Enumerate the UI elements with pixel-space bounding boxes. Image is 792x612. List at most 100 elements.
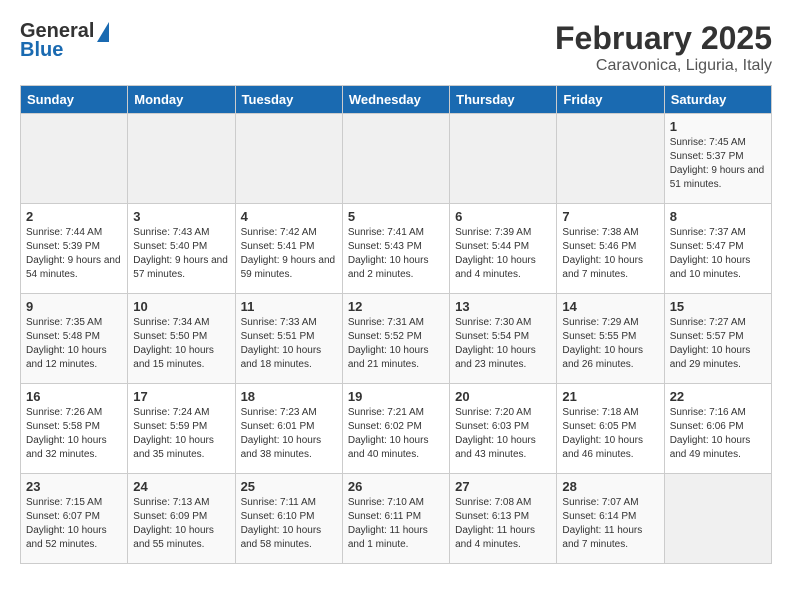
weekday-monday: Monday bbox=[128, 86, 235, 114]
calendar-week-2: 2Sunrise: 7:44 AM Sunset: 5:39 PM Daylig… bbox=[21, 204, 772, 294]
month-title: February 2025 bbox=[555, 20, 772, 57]
weekday-saturday: Saturday bbox=[664, 86, 771, 114]
day-number: 26 bbox=[348, 479, 444, 494]
weekday-friday: Friday bbox=[557, 86, 664, 114]
calendar-body: 1Sunrise: 7:45 AM Sunset: 5:37 PM Daylig… bbox=[21, 114, 772, 564]
day-number: 2 bbox=[26, 209, 122, 224]
day-info: Sunrise: 7:37 AM Sunset: 5:47 PM Dayligh… bbox=[670, 226, 766, 282]
day-info: Sunrise: 7:11 AM Sunset: 6:10 PM Dayligh… bbox=[241, 496, 337, 552]
day-number: 4 bbox=[241, 209, 337, 224]
calendar-week-1: 1Sunrise: 7:45 AM Sunset: 5:37 PM Daylig… bbox=[21, 114, 772, 204]
day-number: 13 bbox=[455, 299, 551, 314]
logo-blue: Blue bbox=[20, 39, 63, 62]
calendar-cell: 17 Sunrise: 7:24 AM Sunset: 5:59 PM Dayli… bbox=[128, 384, 235, 474]
day-number: 15 bbox=[670, 299, 766, 314]
title-area: February 2025 Caravonica, Liguria, Italy bbox=[555, 20, 772, 75]
day-info: Sunrise: 7:07 AM Sunset: 6:14 PM Dayligh… bbox=[562, 496, 658, 552]
calendar-cell: 28 Sunrise: 7:07 AM Sunset: 6:14 PM Dayli… bbox=[557, 474, 664, 564]
calendar-cell: 10 Sunrise: 7:34 AM Sunset: 5:50 PM Dayli… bbox=[128, 294, 235, 384]
day-info: Sunrise: 7:24 AM Sunset: 5:59 PM Dayligh… bbox=[133, 406, 229, 462]
day-number: 24 bbox=[133, 479, 229, 494]
calendar-cell: 15Sunrise: 7:27 AM Sunset: 5:57 PM Dayli… bbox=[664, 294, 771, 384]
day-info: Sunrise: 7:41 AM Sunset: 5:43 PM Dayligh… bbox=[348, 226, 444, 282]
day-info: Sunrise: 7:23 AM Sunset: 6:01 PM Dayligh… bbox=[241, 406, 337, 462]
day-info: Sunrise: 7:39 AM Sunset: 5:44 PM Dayligh… bbox=[455, 226, 551, 282]
day-info: Sunrise: 7:18 AM Sunset: 6:05 PM Dayligh… bbox=[562, 406, 658, 462]
day-number: 27 bbox=[455, 479, 551, 494]
day-number: 25 bbox=[241, 479, 337, 494]
day-number: 28 bbox=[562, 479, 658, 494]
weekday-tuesday: Tuesday bbox=[235, 86, 342, 114]
calendar-cell: 26 Sunrise: 7:10 AM Sunset: 6:11 PM Dayli… bbox=[342, 474, 449, 564]
calendar-cell: 8 Sunrise: 7:37 AM Sunset: 5:47 PM Daylig… bbox=[664, 204, 771, 294]
calendar-cell: 21 Sunrise: 7:18 AM Sunset: 6:05 PM Dayli… bbox=[557, 384, 664, 474]
calendar-cell bbox=[557, 114, 664, 204]
day-number: 21 bbox=[562, 389, 658, 404]
day-number: 8 bbox=[670, 209, 766, 224]
calendar-cell: 22Sunrise: 7:16 AM Sunset: 6:06 PM Dayli… bbox=[664, 384, 771, 474]
day-number: 11 bbox=[241, 299, 337, 314]
day-info: Sunrise: 7:16 AM Sunset: 6:06 PM Dayligh… bbox=[670, 406, 766, 462]
day-info: Sunrise: 7:31 AM Sunset: 5:52 PM Dayligh… bbox=[348, 316, 444, 372]
day-info: Sunrise: 7:45 AM Sunset: 5:37 PM Dayligh… bbox=[670, 136, 766, 192]
day-info: Sunrise: 7:20 AM Sunset: 6:03 PM Dayligh… bbox=[455, 406, 551, 462]
day-info: Sunrise: 7:26 AM Sunset: 5:58 PM Dayligh… bbox=[26, 406, 122, 462]
day-info: Sunrise: 7:10 AM Sunset: 6:11 PM Dayligh… bbox=[348, 496, 444, 552]
calendar-cell: 3Sunrise: 7:43 AM Sunset: 5:40 PM Daylig… bbox=[128, 204, 235, 294]
day-number: 10 bbox=[133, 299, 229, 314]
calendar-cell: 2Sunrise: 7:44 AM Sunset: 5:39 PM Daylig… bbox=[21, 204, 128, 294]
logo-triangle-icon bbox=[97, 22, 109, 42]
calendar-cell: 19Sunrise: 7:21 AM Sunset: 6:02 PM Dayli… bbox=[342, 384, 449, 474]
calendar-cell: 4 Sunrise: 7:42 AM Sunset: 5:41 PM Daylig… bbox=[235, 204, 342, 294]
calendar-cell bbox=[664, 474, 771, 564]
calendar-cell: 23 Sunrise: 7:15 AM Sunset: 6:07 PM Dayli… bbox=[21, 474, 128, 564]
day-info: Sunrise: 7:29 AM Sunset: 5:55 PM Dayligh… bbox=[562, 316, 658, 372]
calendar-cell: 24 Sunrise: 7:13 AM Sunset: 6:09 PM Dayli… bbox=[128, 474, 235, 564]
calendar-cell: 6 Sunrise: 7:39 AM Sunset: 5:44 PM Daylig… bbox=[450, 204, 557, 294]
day-info: Sunrise: 7:08 AM Sunset: 6:13 PM Dayligh… bbox=[455, 496, 551, 552]
day-number: 3 bbox=[133, 209, 229, 224]
calendar-cell bbox=[128, 114, 235, 204]
calendar-cell: 16 Sunrise: 7:26 AM Sunset: 5:58 PM Dayli… bbox=[21, 384, 128, 474]
day-number: 16 bbox=[26, 389, 122, 404]
day-info: Sunrise: 7:13 AM Sunset: 6:09 PM Dayligh… bbox=[133, 496, 229, 552]
calendar-cell: 9 Sunrise: 7:35 AM Sunset: 5:48 PM Daylig… bbox=[21, 294, 128, 384]
calendar-cell: 12 Sunrise: 7:31 AM Sunset: 5:52 PM Dayli… bbox=[342, 294, 449, 384]
calendar-week-3: 9 Sunrise: 7:35 AM Sunset: 5:48 PM Daylig… bbox=[21, 294, 772, 384]
calendar-cell: 18Sunrise: 7:23 AM Sunset: 6:01 PM Dayli… bbox=[235, 384, 342, 474]
weekday-wednesday: Wednesday bbox=[342, 86, 449, 114]
day-number: 20 bbox=[455, 389, 551, 404]
day-info: Sunrise: 7:35 AM Sunset: 5:48 PM Dayligh… bbox=[26, 316, 122, 372]
calendar-cell: 7 Sunrise: 7:38 AM Sunset: 5:46 PM Daylig… bbox=[557, 204, 664, 294]
calendar-cell bbox=[342, 114, 449, 204]
day-number: 12 bbox=[348, 299, 444, 314]
location: Caravonica, Liguria, Italy bbox=[555, 57, 772, 75]
day-info: Sunrise: 7:34 AM Sunset: 5:50 PM Dayligh… bbox=[133, 316, 229, 372]
day-number: 14 bbox=[562, 299, 658, 314]
calendar-cell bbox=[21, 114, 128, 204]
day-number: 9 bbox=[26, 299, 122, 314]
day-number: 5 bbox=[348, 209, 444, 224]
calendar-cell: 27 Sunrise: 7:08 AM Sunset: 6:13 PM Dayli… bbox=[450, 474, 557, 564]
calendar-cell: 20 Sunrise: 7:20 AM Sunset: 6:03 PM Dayli… bbox=[450, 384, 557, 474]
day-number: 19 bbox=[348, 389, 444, 404]
weekday-header-row: SundayMondayTuesdayWednesdayThursdayFrid… bbox=[21, 86, 772, 114]
calendar-cell: 1Sunrise: 7:45 AM Sunset: 5:37 PM Daylig… bbox=[664, 114, 771, 204]
weekday-sunday: Sunday bbox=[21, 86, 128, 114]
day-info: Sunrise: 7:15 AM Sunset: 6:07 PM Dayligh… bbox=[26, 496, 122, 552]
day-number: 23 bbox=[26, 479, 122, 494]
page-header: General Blue February 2025 Caravonica, L… bbox=[20, 20, 772, 75]
calendar-cell: 25 Sunrise: 7:11 AM Sunset: 6:10 PM Dayli… bbox=[235, 474, 342, 564]
day-info: Sunrise: 7:42 AM Sunset: 5:41 PM Dayligh… bbox=[241, 226, 337, 282]
calendar-week-5: 23 Sunrise: 7:15 AM Sunset: 6:07 PM Dayli… bbox=[21, 474, 772, 564]
day-info: Sunrise: 7:33 AM Sunset: 5:51 PM Dayligh… bbox=[241, 316, 337, 372]
day-info: Sunrise: 7:38 AM Sunset: 5:46 PM Dayligh… bbox=[562, 226, 658, 282]
calendar-cell bbox=[235, 114, 342, 204]
day-number: 7 bbox=[562, 209, 658, 224]
day-number: 6 bbox=[455, 209, 551, 224]
calendar-cell: 11 Sunrise: 7:33 AM Sunset: 5:51 PM Dayli… bbox=[235, 294, 342, 384]
day-number: 17 bbox=[133, 389, 229, 404]
calendar-cell bbox=[450, 114, 557, 204]
logo: General Blue bbox=[20, 20, 109, 62]
day-info: Sunrise: 7:30 AM Sunset: 5:54 PM Dayligh… bbox=[455, 316, 551, 372]
